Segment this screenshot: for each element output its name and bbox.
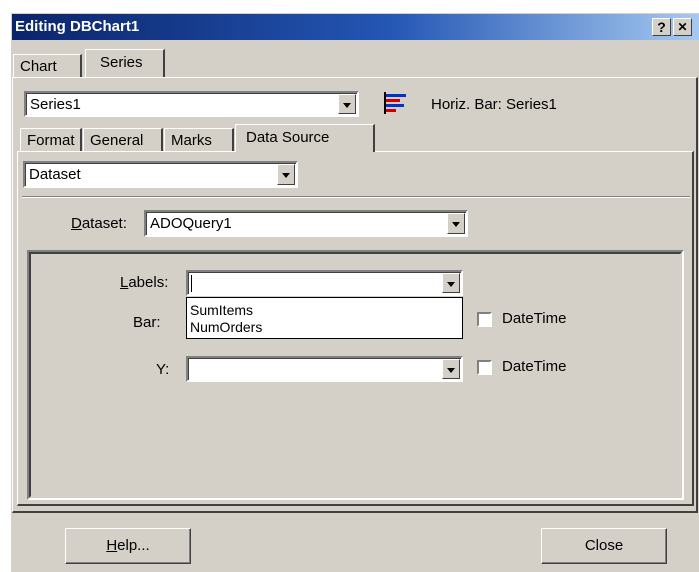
tab-general[interactable]: General xyxy=(83,128,163,152)
title-bar[interactable]: Editing DBChart1 ? ✕ xyxy=(12,14,699,40)
labels-dropdown-list[interactable]: SumItems NumOrders xyxy=(186,297,463,339)
series-select-dropdown-button[interactable] xyxy=(338,94,356,114)
y-datetime-label: DateTime xyxy=(502,358,567,375)
labels-select[interactable] xyxy=(186,270,463,296)
y-dropdown-button[interactable] xyxy=(442,359,460,379)
separator xyxy=(22,196,690,198)
tab-series[interactable]: Series xyxy=(85,49,165,77)
tab-data-source[interactable]: Data Source xyxy=(235,124,375,152)
help-button[interactable]: Help... xyxy=(65,528,191,564)
help-title-button[interactable]: ? xyxy=(652,18,671,36)
bar-label: Bar: xyxy=(133,314,161,331)
tab-marks[interactable]: Marks xyxy=(164,128,234,152)
tab-format[interactable]: Format xyxy=(20,128,82,152)
y-datetime-checkbox[interactable] xyxy=(477,360,492,375)
list-item[interactable]: SumItems xyxy=(187,302,462,319)
dataset-select[interactable]: ADOQuery1 xyxy=(144,210,468,237)
tab-general-label: General xyxy=(90,132,144,149)
dialog-window: Editing DBChart1 ? ✕ Chart Series Series… xyxy=(10,12,699,572)
tab-format-label: Format xyxy=(27,132,75,149)
source-type-value: Dataset xyxy=(29,166,81,183)
labels-label: Labels: xyxy=(120,274,168,291)
tab-chart[interactable]: Chart xyxy=(13,54,82,78)
y-select[interactable] xyxy=(186,356,463,382)
tab-chart-label: Chart xyxy=(20,58,57,75)
series-select-value: Series1 xyxy=(30,96,81,113)
help-button-accel: H xyxy=(106,537,118,554)
help-button-rest: elp... xyxy=(117,537,150,554)
series-description: Horiz. Bar: Series1 xyxy=(431,96,557,113)
horizontal-bar-chart-icon xyxy=(384,92,406,114)
dataset-label: Dataset: xyxy=(71,215,127,232)
labels-label-rest: abels: xyxy=(128,274,169,291)
dataset-label-rest: ataset: xyxy=(81,215,127,232)
close-button[interactable]: Close xyxy=(541,528,667,564)
bar-datetime-checkbox[interactable] xyxy=(477,312,492,327)
labels-dropdown-button[interactable] xyxy=(442,273,460,293)
dataset-dropdown-button[interactable] xyxy=(447,213,465,234)
text-cursor xyxy=(191,275,192,292)
dataset-label-accel: D xyxy=(71,215,82,232)
series-select[interactable]: Series1 xyxy=(24,91,359,117)
tab-marks-label: Marks xyxy=(171,132,212,149)
close-title-button[interactable]: ✕ xyxy=(673,18,692,36)
dataset-select-value: ADOQuery1 xyxy=(150,215,232,232)
data-source-panel: Dataset Dataset: ADOQuery1 Labels: SumIt… xyxy=(17,151,694,506)
bar-datetime-label: DateTime xyxy=(502,310,567,327)
tab-data-source-label: Data Source xyxy=(246,129,330,146)
source-type-select[interactable]: Dataset xyxy=(23,161,298,188)
list-item[interactable]: NumOrders xyxy=(187,319,462,336)
y-label: Y: xyxy=(156,361,170,378)
tab-series-label: Series xyxy=(100,54,143,71)
source-type-dropdown-button[interactable] xyxy=(277,164,295,185)
window-title: Editing DBChart1 xyxy=(15,18,140,35)
series-panel: Series1 Horiz. Bar: Series1 Format Gener… xyxy=(12,77,698,513)
